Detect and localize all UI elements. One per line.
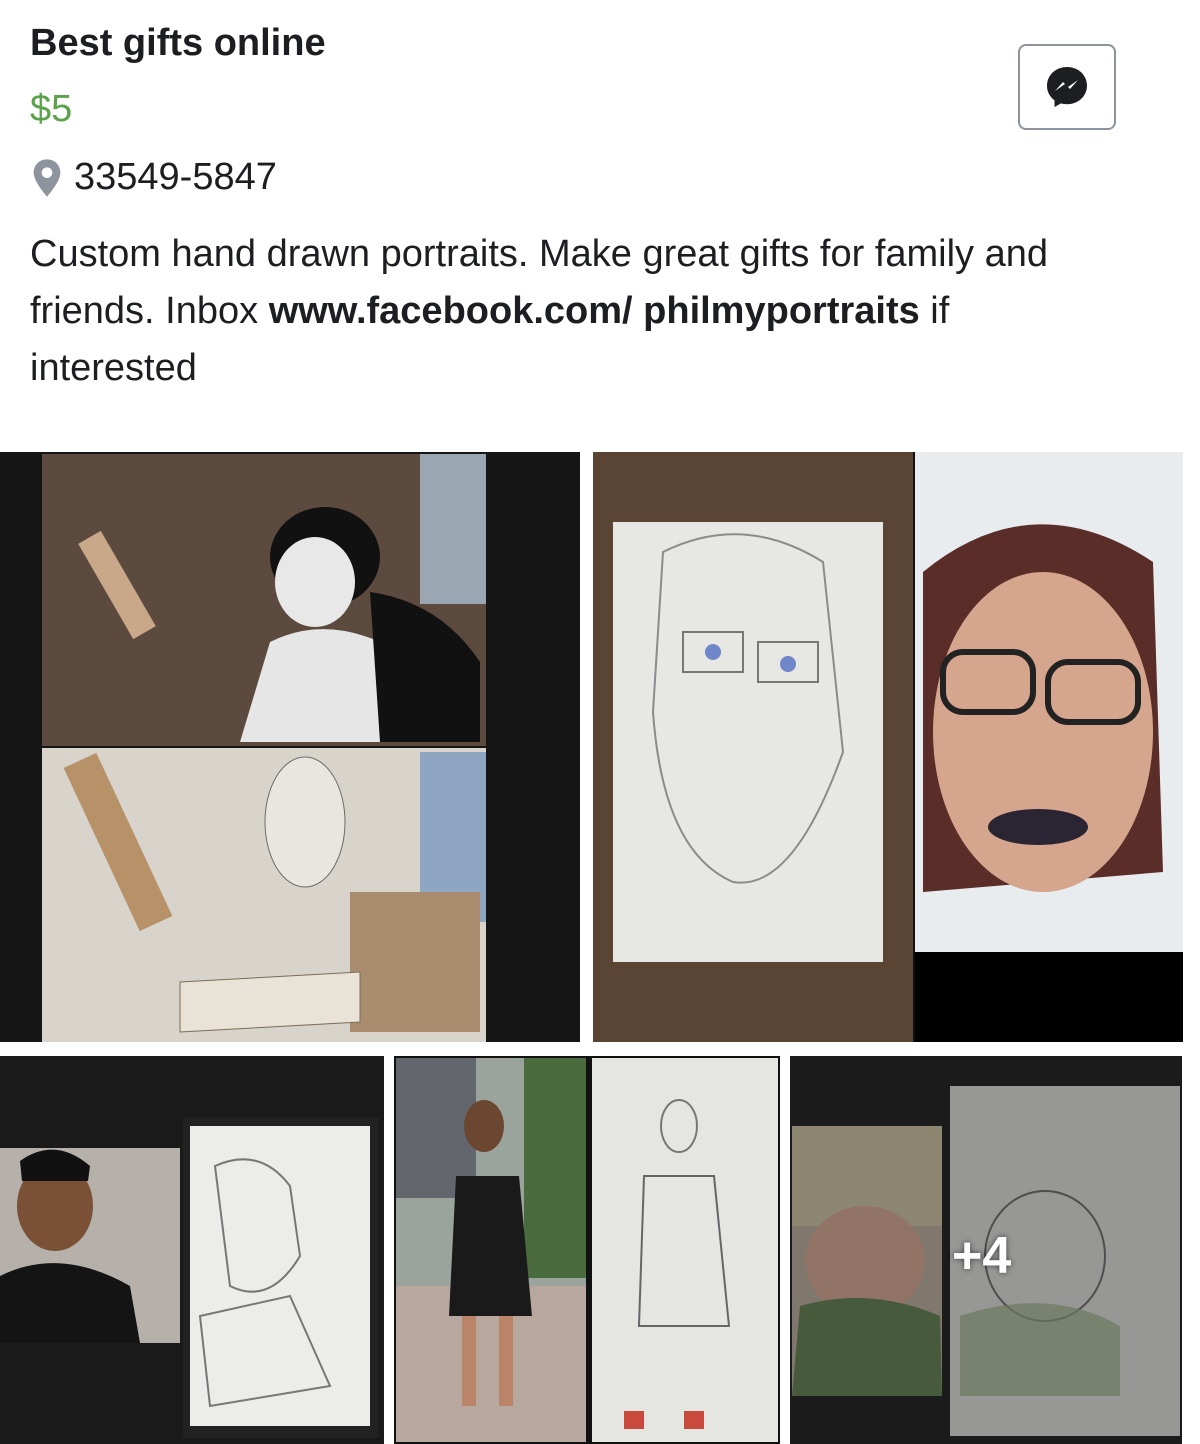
photo-man[interactable] [0,1056,384,1444]
listing-price: $5 [30,88,73,130]
location-text: 33549-5847 [74,156,277,198]
listing-header: Best gifts online $5 33549-5847 Custom h… [0,0,1200,420]
more-photos-count[interactable]: +4 [952,1226,1011,1286]
man-photo-image [0,1056,384,1444]
listing-description: Custom hand drawn portraits. Make great … [30,226,1110,397]
messenger-icon [1047,67,1087,107]
messenger-button[interactable] [1018,44,1116,130]
dog-photo-image [0,452,580,1042]
photo-dog[interactable] [0,452,580,1042]
woman-portrait-image [593,452,1183,1042]
listing-location: 33549-5847 [30,156,277,199]
woman-dress-image [394,1056,780,1444]
photo-grid [0,452,1200,1444]
profile-link[interactable]: www.facebook.com/ philmyportraits [269,290,920,332]
location-pin-icon [33,158,61,197]
listing-title: Best gifts online [30,22,326,64]
photo-woman-portrait[interactable] [593,452,1183,1042]
photo-woman-dress[interactable] [394,1056,780,1444]
